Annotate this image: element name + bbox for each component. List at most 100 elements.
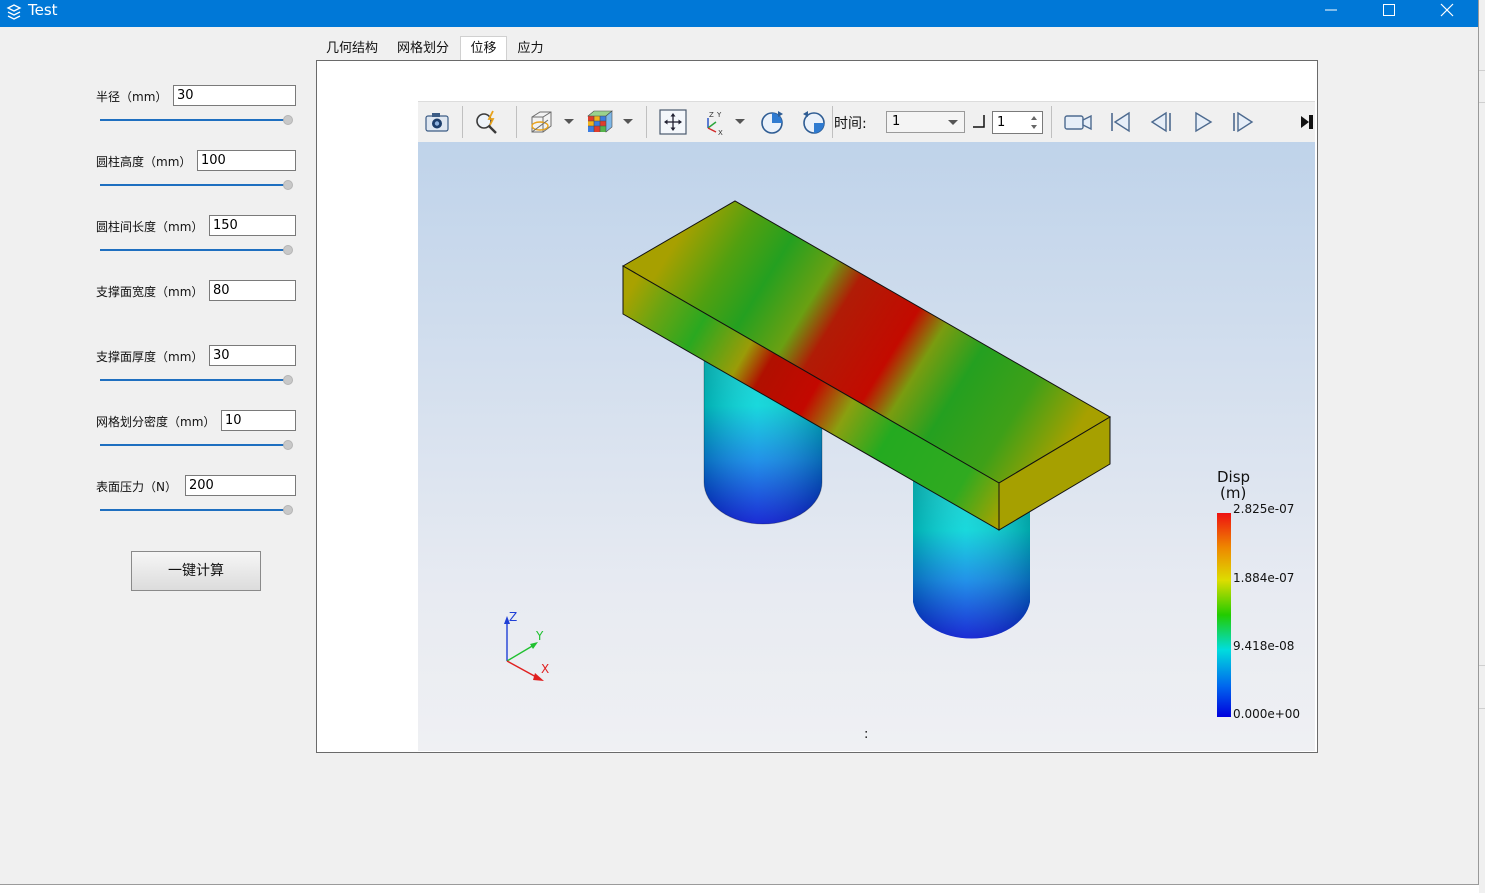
axes-view-dropdown-icon[interactable] [735,119,745,124]
record-video-icon[interactable] [1063,108,1093,136]
slider-handle[interactable] [283,115,293,125]
axis-y-label: Y [535,629,544,643]
slider-track [100,509,286,511]
param-label: 支撑面宽度（mm） [96,285,204,299]
legend-tick: 1.884e-07 [1233,571,1295,585]
3d-viewport[interactable]: Z Y X Disp (m) 2.825e-07 1.884e-07 9.418… [418,142,1315,751]
play-icon[interactable] [1188,108,1218,136]
cylinder-spacing-slider[interactable] [100,245,293,255]
toolbar-separator [516,106,517,138]
status-text: : [864,727,869,742]
legend-title: Disp [1217,468,1251,486]
prev-frame-icon[interactable] [1146,108,1176,136]
time-select[interactable]: 1 [886,111,965,133]
legend-color-bar [1217,513,1231,717]
support-thickness-input[interactable] [209,345,296,366]
next-frame-icon[interactable] [1228,108,1258,136]
toolbar-expand-icon[interactable] [1298,108,1314,136]
fit-view-icon[interactable] [658,108,688,136]
rotate-ccw-icon[interactable] [799,108,829,136]
maximize-icon [1383,4,1395,16]
support-plate [622,200,1111,531]
time-label: 时间: [834,116,867,132]
slider-track [100,249,286,251]
slider-track [100,444,286,446]
background-window-edge [1479,0,1485,893]
support-thickness-slider[interactable] [100,375,293,385]
spin-up-icon[interactable] [1031,116,1037,120]
first-frame-icon[interactable] [1105,108,1135,136]
rotate-cw-icon[interactable] [757,108,787,136]
cylinder-spacing-input[interactable] [209,215,296,236]
param-label: 网格划分密度（mm） [96,415,216,429]
spin-down-icon[interactable] [1031,125,1037,129]
slider-track [100,119,286,121]
toolbar-separator [832,106,833,138]
surface-pressure-input[interactable] [185,475,296,496]
mesh-density-input[interactable] [221,410,296,431]
legend-unit: (m) [1220,484,1247,502]
edge-line [1479,708,1485,709]
radius-input[interactable] [173,85,296,106]
tab-geometry[interactable]: 几何结构 [321,37,383,61]
main-window: Test 半径（mm） 圆柱高度（mm） 圆柱间长度（mm） 支撑面宽度（mm）… [0,0,1479,885]
compute-button[interactable]: 一键计算 [131,551,261,591]
slider-handle[interactable] [283,180,293,190]
edge-line [1479,70,1485,71]
slider-handle[interactable] [283,245,293,255]
view-mode-dropdown-icon[interactable] [564,119,574,124]
edge-line [1479,665,1485,666]
displacement-model: Z Y X [504,200,1231,717]
viewer-toolbar: Z Y X 时间: 1 1 [418,101,1315,143]
camera-icon[interactable] [422,108,452,136]
minimize-icon [1325,9,1337,11]
close-icon [1440,3,1454,17]
toolbar-separator [1051,106,1052,138]
tab-mesh[interactable]: 网格划分 [392,37,454,61]
axis-z-label: Z [509,610,517,624]
cylinder-height-slider[interactable] [100,180,293,190]
slider-track [100,379,286,381]
svg-text:X: X [718,129,723,136]
surface-pressure-slider[interactable] [100,505,293,515]
legend-tick-min: 0.000e+00 [1233,707,1301,721]
view-mode-icon[interactable] [526,108,556,136]
slider-handle[interactable] [283,375,293,385]
title-bar[interactable]: Test [0,0,1478,27]
edge-line [1479,102,1485,103]
legend-tick-max: 2.825e-07 [1233,502,1295,516]
param-label: 半径（mm） [96,90,168,104]
axis-x-label: X [541,662,549,676]
step-spinbox[interactable]: 1 [992,111,1043,134]
mesh-density-slider[interactable] [100,440,293,450]
toolbar-separator [462,106,463,138]
query-icon[interactable] [472,108,502,136]
app-icon [6,4,22,20]
radius-slider[interactable] [100,115,293,125]
step-corner-icon [973,115,985,128]
close-button[interactable] [1418,0,1476,27]
svg-text:Z: Z [709,111,714,119]
time-select-value: 1 [892,114,901,129]
svg-text:Y: Y [716,111,722,119]
maximize-button[interactable] [1360,0,1418,27]
cylinder-height-input[interactable] [197,150,296,171]
chevron-down-icon [948,120,958,125]
param-label: 圆柱高度（mm） [96,155,192,169]
mesh-color-icon[interactable] [584,108,614,136]
slider-handle[interactable] [283,505,293,515]
window-title: Test [28,1,58,19]
slider-handle[interactable] [283,440,293,450]
slider-track [100,184,286,186]
support-width-input[interactable] [209,280,296,301]
step-spinbox-value: 1 [997,115,1006,130]
param-label: 表面压力（N） [96,480,177,494]
axes-view-icon[interactable]: Z Y X [700,108,730,136]
minimize-button[interactable] [1302,0,1360,27]
param-label: 支撑面厚度（mm） [96,350,204,364]
mesh-color-dropdown-icon[interactable] [623,119,633,124]
legend-tick: 9.418e-08 [1233,639,1295,653]
tab-stress[interactable]: 应力 [513,37,548,61]
tab-displacement[interactable]: 位移 [460,36,507,61]
toolbar-separator [646,106,647,138]
